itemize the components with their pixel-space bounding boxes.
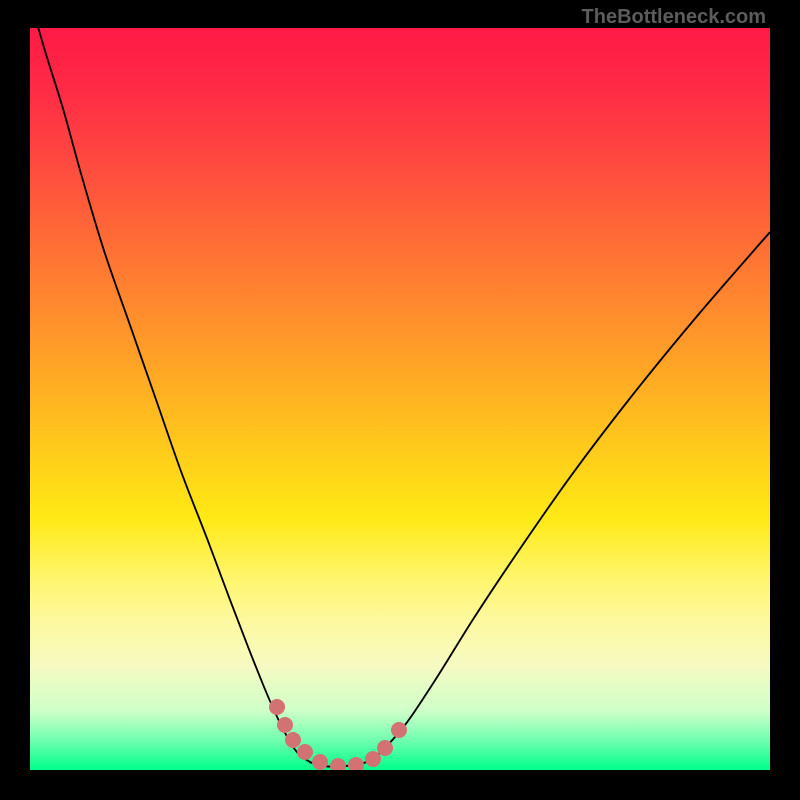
data-point: [348, 757, 364, 770]
data-point: [377, 740, 393, 756]
data-point: [365, 751, 381, 767]
curve-path: [30, 28, 770, 767]
data-point: [269, 699, 285, 715]
data-point: [297, 744, 313, 760]
outer-frame: TheBottleneck.com: [0, 0, 800, 800]
data-point: [277, 717, 293, 733]
data-point: [330, 758, 346, 770]
data-point: [391, 722, 407, 738]
bottleneck-curve: [30, 28, 770, 770]
plot-area: [30, 28, 770, 770]
attribution-text: TheBottleneck.com: [582, 6, 766, 29]
data-point: [312, 754, 328, 770]
